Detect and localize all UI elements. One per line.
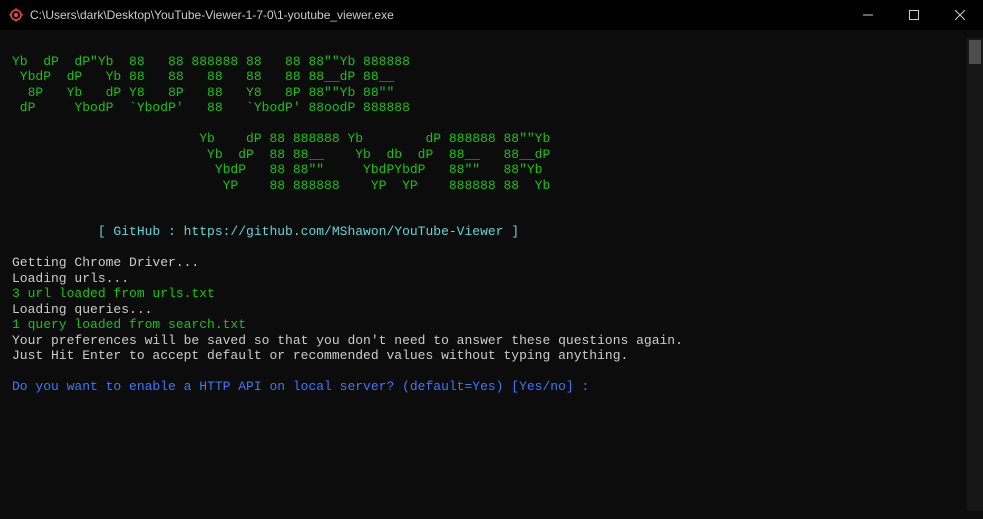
ascii-art-line: YbdP 88 88"" YbdPYbdP 88"" 88"Yb [12, 162, 543, 177]
log-line: Loading urls... [12, 271, 129, 286]
log-success-line: 3 url loaded from urls.txt [12, 286, 215, 301]
scrollbar[interactable] [967, 38, 983, 511]
ascii-art-line: YbdP dP Yb 88 88 88 88 88 88__dP 88__ [12, 69, 394, 84]
github-link-text: [ GitHub : https://github.com/MShawon/Yo… [12, 224, 519, 239]
log-line: Just Hit Enter to accept default or reco… [12, 348, 628, 363]
ascii-art-line: dP YbodP `YbodP' 88 `YbodP' 88oodP 88888… [12, 100, 410, 115]
terminal[interactable]: Yb dP dP"Yb 88 88 888888 88 88 88""Yb 88… [0, 30, 983, 519]
log-line: Your preferences will be saved so that y… [12, 333, 683, 348]
log-line: Loading queries... [12, 302, 152, 317]
scrollbar-thumb[interactable] [969, 40, 981, 64]
terminal-output: Yb dP dP"Yb 88 88 888888 88 88 88""Yb 88… [12, 38, 967, 511]
ascii-art-line: YP 88 888888 YP YP 888888 88 Yb [12, 178, 550, 193]
ascii-art-line: Yb dP 88 88__ Yb db dP 88__ 88__dP [12, 147, 550, 162]
prompt-text: Do you want to enable a HTTP API on loca… [12, 379, 597, 394]
close-button[interactable] [937, 0, 983, 30]
ascii-art-line: Yb dP dP"Yb 88 88 888888 88 88 88""Yb 88… [12, 54, 410, 69]
log-success-line: 1 query loaded from search.txt [12, 317, 246, 332]
window-title: C:\Users\dark\Desktop\YouTube-Viewer-1-7… [30, 8, 845, 22]
ascii-art-line: Yb dP 88 888888 Yb dP 888888 88""Yb [12, 131, 550, 146]
maximize-button[interactable] [891, 0, 937, 30]
app-icon [8, 7, 24, 23]
minimize-button[interactable] [845, 0, 891, 30]
titlebar: C:\Users\dark\Desktop\YouTube-Viewer-1-7… [0, 0, 983, 30]
log-line: Getting Chrome Driver... [12, 255, 199, 270]
ascii-art-line: 8P Yb dP Y8 8P 88 Y8 8P 88""Yb 88"" [12, 85, 394, 100]
app-window: C:\Users\dark\Desktop\YouTube-Viewer-1-7… [0, 0, 983, 519]
window-controls [845, 0, 983, 30]
